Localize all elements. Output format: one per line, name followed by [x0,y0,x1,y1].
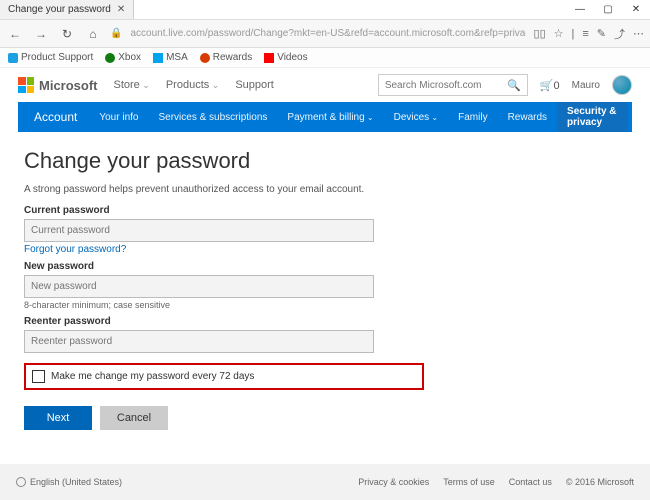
checkbox-icon[interactable] [32,370,45,383]
fav-rewards[interactable]: Rewards [200,52,252,63]
footer-privacy[interactable]: Privacy & cookies [358,477,429,487]
nav-support[interactable]: Support [235,79,274,91]
close-button[interactable]: ✕ [622,0,650,20]
next-button[interactable]: Next [24,406,92,430]
share-icon[interactable]: ⤴ [614,26,625,42]
cancel-button[interactable]: Cancel [100,406,168,430]
favorite-icon[interactable]: ☆ [554,27,564,40]
footer-terms[interactable]: Terms of use [443,477,495,487]
browser-tab[interactable]: Change your password ✕ [0,0,134,19]
logo-icon [18,77,34,93]
nav-security[interactable]: Security & privacy [557,102,628,132]
readlist-icon[interactable]: ≡ [582,28,588,40]
nav-account[interactable]: Account [22,110,89,124]
nav-payment[interactable]: Payment & billing [277,112,383,123]
intro-text: A strong password helps prevent unauthor… [24,184,626,195]
microsoft-header: Microsoft Store Products Support 🔍 🛒0 Ma… [18,68,632,102]
more-icon[interactable]: ⋯ [633,27,644,40]
divider: | [572,28,575,40]
nav-store[interactable]: Store [114,79,150,91]
tab-close-icon[interactable]: ✕ [117,4,125,15]
home-button[interactable]: ⌂ [84,27,102,41]
reenter-password-label: Reenter password [24,316,626,327]
footer-contact[interactable]: Contact us [509,477,552,487]
password-form: Change your password A strong password h… [18,132,632,440]
refresh-button[interactable]: ↻ [58,27,76,41]
nav-rewards[interactable]: Rewards [498,112,557,123]
minimize-button[interactable]: — [566,0,594,20]
reading-icon[interactable]: ▯▯ [534,27,546,40]
new-password-input[interactable] [24,275,374,298]
fav-product-support[interactable]: Product Support [8,52,93,63]
change-every-72-row[interactable]: Make me change my password every 72 days [24,363,424,390]
footer-copyright: © 2016 Microsoft [566,477,634,487]
forward-button[interactable]: → [32,27,50,41]
tab-title: Change your password [8,4,111,15]
reenter-password-input[interactable] [24,330,374,353]
nav-devices[interactable]: Devices [384,112,449,123]
globe-icon [16,477,26,487]
cart-button[interactable]: 🛒0 [540,79,560,92]
maximize-button[interactable]: ▢ [594,0,622,20]
footer: English (United States) Privacy & cookie… [0,464,650,500]
search-box[interactable]: 🔍 [378,74,528,96]
address-bar: ← → ↻ ⌂ 🔒 account.live.com/password/Chan… [0,20,650,48]
fav-videos[interactable]: Videos [264,52,307,63]
lock-icon: 🔒 [110,28,122,39]
fav-xbox[interactable]: Xbox [105,52,141,63]
language-selector[interactable]: English (United States) [16,477,122,487]
url-text[interactable]: account.live.com/password/Change?mkt=en-… [130,28,525,39]
nav-products[interactable]: Products [166,79,219,91]
search-input[interactable] [385,80,505,91]
search-icon[interactable]: 🔍 [507,79,521,92]
fav-msa[interactable]: MSA [153,52,188,63]
password-hint: 8-character minimum; case sensitive [24,300,626,310]
user-name[interactable]: Mauro [572,80,600,91]
page-title: Change your password [24,148,626,174]
nav-services[interactable]: Services & subscriptions [148,112,277,123]
back-button[interactable]: ← [6,27,24,41]
current-password-input[interactable] [24,219,374,242]
forgot-password-link[interactable]: Forgot your password? [24,244,126,255]
window-titlebar: Change your password ✕ — ▢ ✕ [0,0,650,20]
current-password-label: Current password [24,205,626,216]
new-password-label: New password [24,261,626,272]
checkbox-label: Make me change my password every 72 days [51,371,254,382]
avatar[interactable] [612,75,632,95]
nav-family[interactable]: Family [448,112,497,123]
notes-icon[interactable]: ✎ [597,27,606,40]
favorites-bar: Product Support Xbox MSA Rewards Videos [0,48,650,68]
account-nav: Account Your info Services & subscriptio… [18,102,632,132]
microsoft-logo[interactable]: Microsoft [18,77,98,93]
nav-your-info[interactable]: Your info [89,112,148,123]
